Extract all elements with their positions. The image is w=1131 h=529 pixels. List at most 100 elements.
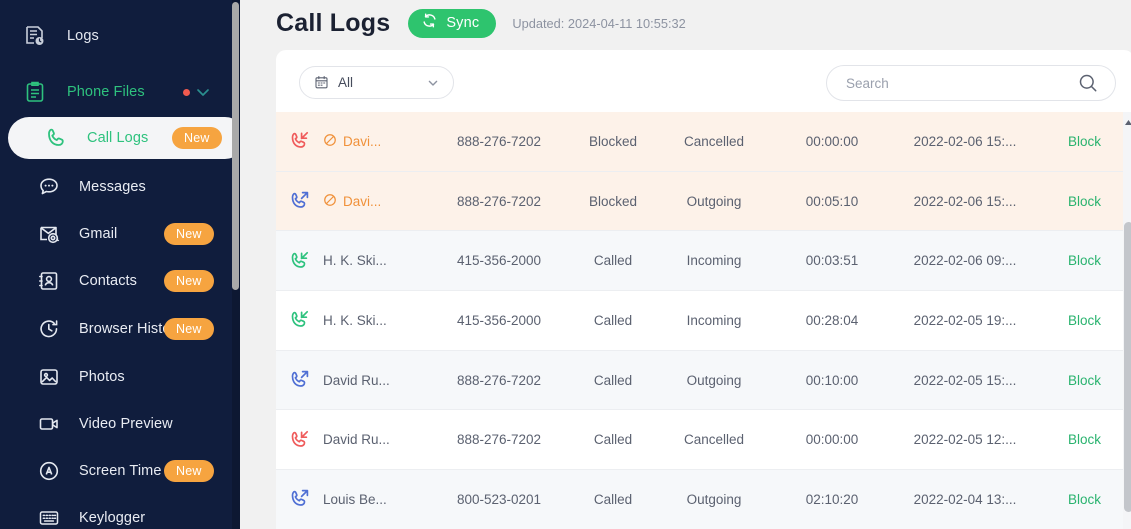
- sidebar-item-logs[interactable]: Logs: [0, 12, 240, 60]
- action-cell: Block: [1035, 373, 1131, 388]
- table-scrollbar-track[interactable]: [1123, 112, 1131, 529]
- direction-cell: Incoming: [686, 253, 742, 269]
- sidebar-group-phone-files[interactable]: Phone Files: [0, 68, 240, 116]
- contact-name-cell: David Ru...: [323, 373, 431, 388]
- block-button[interactable]: Block: [1068, 253, 1101, 268]
- sidebar-item-browser-history[interactable]: Browser History New: [0, 305, 240, 353]
- incoming-missed-call-icon: [276, 429, 323, 451]
- sidebar-scrollbar-thumb[interactable]: [232, 2, 239, 290]
- video-camera-icon: [36, 411, 62, 437]
- table-row[interactable]: H. K. Ski... 415-356-2000 Called Incoming 00…: [276, 231, 1131, 292]
- call-logs-card: All Da: [276, 50, 1131, 529]
- incoming-call-icon: [276, 250, 323, 272]
- date-cell: 2022-02-05 12:...: [913, 432, 1017, 448]
- contact-name: Davi...: [343, 193, 382, 209]
- sidebar-item-messages[interactable]: Messages: [0, 163, 240, 211]
- table-toolbar: All: [276, 50, 1131, 112]
- outgoing-call-icon: [276, 488, 323, 510]
- status-cell: Called: [593, 491, 633, 507]
- sidebar-item-call-logs[interactable]: Call Logs New: [8, 117, 240, 159]
- outgoing-call-icon: [276, 369, 323, 391]
- search-box[interactable]: [826, 65, 1116, 101]
- action-cell: Block: [1035, 253, 1131, 268]
- main-content: Call Logs Sync Updated: 2024-04-11 10:55…: [240, 0, 1131, 529]
- sidebar-item-keylogger[interactable]: Keylogger: [0, 494, 240, 529]
- status-cell: Called: [593, 432, 633, 448]
- page-title: Call Logs: [276, 8, 391, 37]
- contact-name: David Ru...: [323, 372, 390, 388]
- sidebar-item-gmail[interactable]: Gmail New: [0, 210, 240, 258]
- block-button[interactable]: Block: [1068, 194, 1101, 209]
- keyboard-icon: [36, 505, 62, 529]
- sidebar-item-label: Phone Files: [67, 84, 145, 100]
- contact-card-icon: [36, 268, 62, 294]
- sidebar-item-video-preview[interactable]: Video Preview: [0, 400, 240, 448]
- duration-cell: 00:03:51: [805, 253, 859, 269]
- clock-history-icon: [36, 316, 62, 342]
- status-cell: Blocked: [588, 133, 638, 149]
- phone-number-cell: 415-356-2000: [456, 312, 542, 328]
- sidebar-scrollbar-track[interactable]: [232, 0, 240, 529]
- direction-cell: Cancelled: [683, 133, 745, 149]
- sync-label: Sync: [446, 15, 480, 31]
- search-icon[interactable]: [1077, 72, 1099, 94]
- contact-name: David Ru...: [323, 432, 390, 448]
- contact-name-cell: Davi...: [323, 133, 431, 150]
- updated-timestamp: Updated: 2024-04-11 10:55:32: [512, 15, 686, 31]
- date-filter-select[interactable]: All: [299, 66, 454, 99]
- app-window: Logs Phone Files Call Logs New Messages …: [0, 0, 1131, 529]
- image-icon: [36, 364, 62, 390]
- direction-cell: Outgoing: [686, 193, 742, 209]
- sidebar-item-label: Screen Time: [79, 463, 162, 479]
- contact-name: H. K. Ski...: [323, 312, 387, 328]
- sidebar-item-label: Video Preview: [79, 416, 173, 432]
- sidebar-item-label: Logs: [67, 28, 99, 44]
- duration-cell: 00:00:00: [805, 133, 859, 149]
- table-row[interactable]: Louis Be... 800-523-0201 Called Outgoing 02:…: [276, 470, 1131, 529]
- table-row[interactable]: Davi... 888-276-7202 Blocked Cancelled 00:00…: [276, 112, 1131, 172]
- block-button[interactable]: Block: [1068, 373, 1101, 388]
- block-button[interactable]: Block: [1068, 432, 1101, 447]
- duration-cell: 00:05:10: [805, 193, 859, 209]
- search-input[interactable]: [846, 75, 1077, 91]
- date-cell: 2022-02-06 15:...: [913, 133, 1017, 149]
- table-scrollbar-thumb[interactable]: [1124, 222, 1131, 512]
- sync-button[interactable]: Sync: [408, 8, 497, 38]
- chevron-down-icon[interactable]: [192, 81, 214, 103]
- duration-cell: 02:10:20: [805, 491, 859, 507]
- sidebar-item-label: Messages: [79, 179, 146, 195]
- sidebar-item-label: Contacts: [79, 273, 138, 289]
- blocked-contact-icon: [323, 133, 337, 150]
- table-row[interactable]: Davi... 888-276-7202 Blocked Outgoing 00:05:…: [276, 171, 1131, 232]
- table-row[interactable]: David Ru... 888-276-7202 Called Cancelled 00…: [276, 410, 1131, 471]
- block-button[interactable]: Block: [1068, 134, 1101, 149]
- date-cell: 2022-02-05 19:...: [913, 312, 1017, 328]
- duration-cell: 00:28:04: [805, 312, 859, 328]
- sidebar-item-label: Gmail: [79, 226, 118, 242]
- phone-number-cell: 888-276-7202: [456, 193, 542, 209]
- sidebar-item-photos[interactable]: Photos: [0, 353, 240, 401]
- table-row[interactable]: David Ru... 888-276-7202 Called Outgoing 00:…: [276, 350, 1131, 411]
- action-cell: Block: [1035, 432, 1131, 447]
- chat-bubble-icon: [36, 174, 62, 200]
- date-cell: 2022-02-04 13:...: [913, 491, 1017, 507]
- chevron-down-icon: [426, 76, 440, 90]
- mail-at-icon: [36, 221, 62, 247]
- sidebar-item-label: Keylogger: [79, 510, 146, 526]
- block-button[interactable]: Block: [1068, 492, 1101, 507]
- sidebar-item-screen-time[interactable]: Screen Time New: [0, 447, 240, 495]
- screen-time-icon: [36, 458, 62, 484]
- sidebar-item-contacts[interactable]: Contacts New: [0, 257, 240, 305]
- block-button[interactable]: Block: [1068, 313, 1101, 328]
- table-row[interactable]: H. K. Ski... 415-356-2000 Called Incoming 00…: [276, 291, 1131, 351]
- direction-cell: Outgoing: [686, 372, 742, 388]
- notification-dot-icon: [183, 88, 190, 96]
- contact-name: Davi...: [343, 133, 382, 149]
- page-header: Call Logs Sync Updated: 2024-04-11 10:55…: [276, 0, 686, 46]
- duration-cell: 00:00:00: [805, 432, 859, 448]
- scroll-up-arrow-icon[interactable]: [1124, 114, 1131, 125]
- direction-cell: Cancelled: [683, 432, 745, 448]
- direction-cell: Incoming: [686, 312, 742, 328]
- logs-icon: [22, 23, 48, 49]
- call-logs-table: Davi... 888-276-7202 Blocked Cancelled 00:00…: [276, 112, 1131, 529]
